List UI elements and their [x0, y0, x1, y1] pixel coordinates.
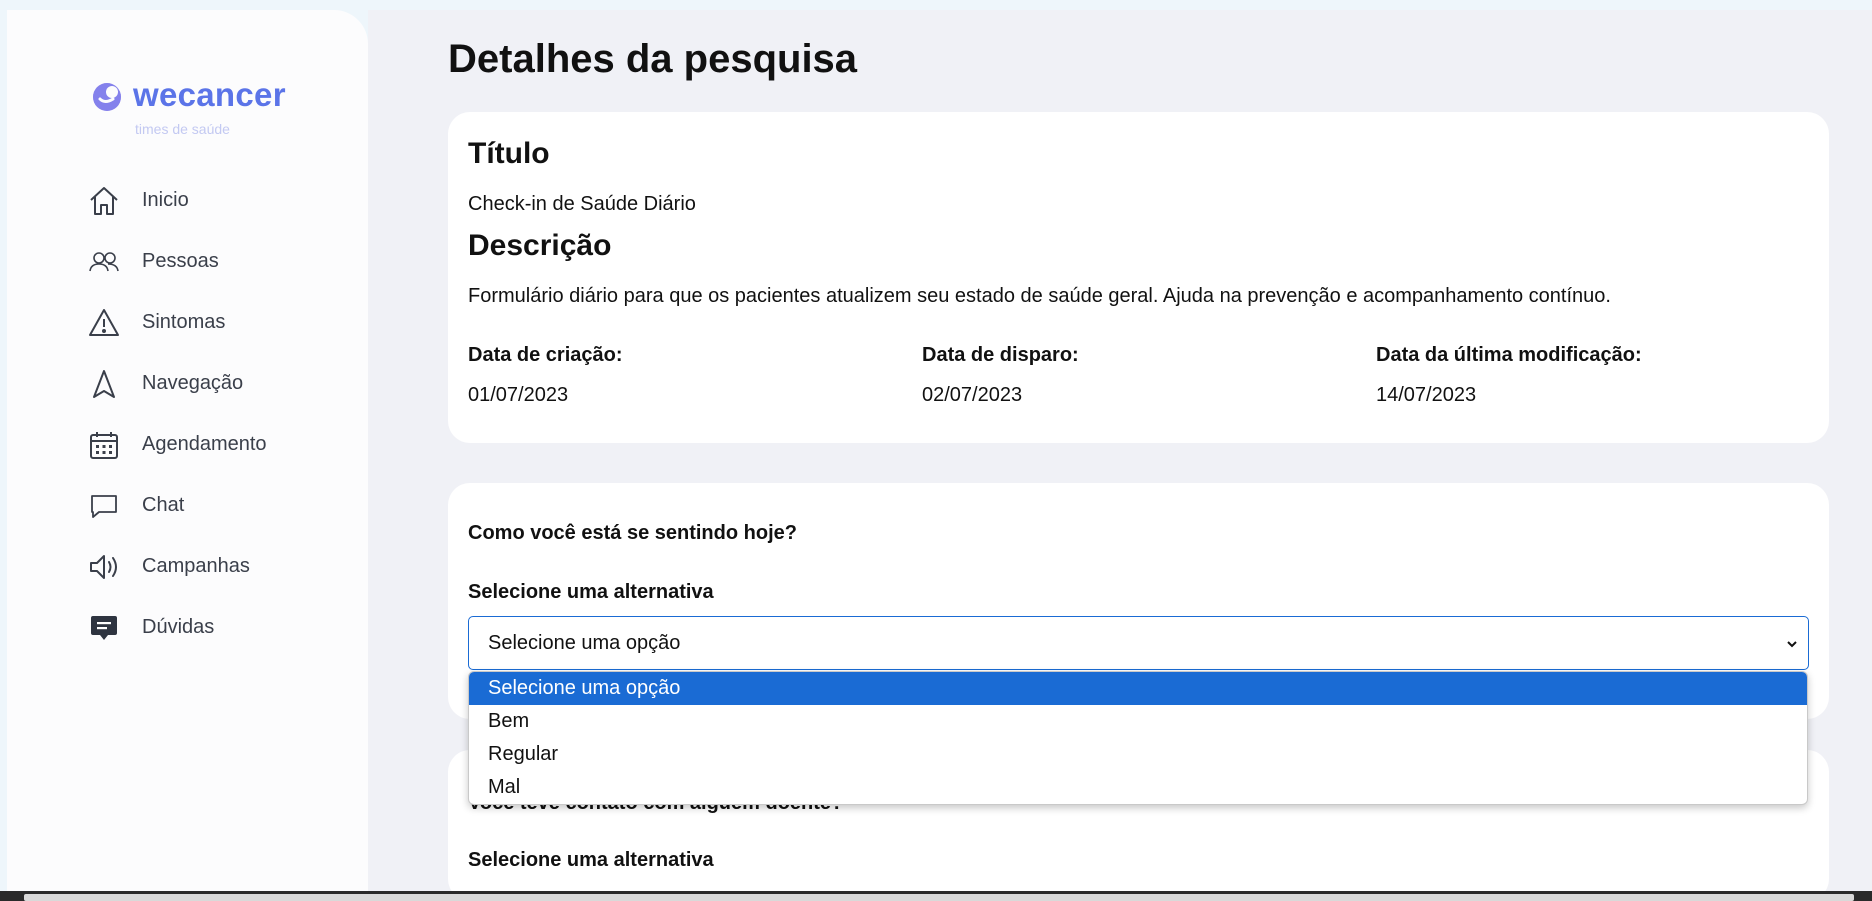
sidebar-nav: Inicio Pessoas Sintomas Navegação Agenda… [87, 170, 357, 658]
created-date-value: 01/07/2023 [468, 384, 569, 406]
select-value: Selecione uma opção [488, 631, 681, 654]
dropdown-option[interactable]: Regular [469, 738, 1807, 771]
dropdown-option[interactable]: Mal [469, 771, 1807, 804]
app-window: wecancer times de saúde Inicio Pessoas S… [0, 0, 1872, 901]
brand-logo[interactable]: wecancer times de saúde [85, 70, 325, 140]
description-heading: Descrição [468, 229, 612, 262]
sidebar-item-agendamento[interactable]: Agendamento [87, 414, 357, 475]
sent-date-block: Data de disparo: 02/07/2023 [922, 344, 1362, 407]
sent-date-label: Data de disparo: [922, 344, 1079, 366]
sidebar: wecancer times de saúde Inicio Pessoas S… [7, 10, 368, 901]
message-filled-icon [87, 611, 121, 645]
modified-date-block: Data da última modificação: 14/07/2023 [1376, 344, 1816, 407]
sidebar-item-pessoas[interactable]: Pessoas [87, 231, 357, 292]
answer-select[interactable]: Selecione uma opção [468, 616, 1809, 670]
scrollbar-thumb[interactable] [24, 894, 1854, 901]
sidebar-item-label: Pessoas [142, 250, 219, 272]
sidebar-item-label: Navegação [142, 372, 244, 394]
sidebar-item-navegacao[interactable]: Navegação [87, 353, 357, 414]
survey-title-value: Check-in de Saúde Diário [468, 193, 696, 215]
navigation-arrow-icon [87, 367, 121, 401]
sidebar-item-campanhas[interactable]: Campanhas [87, 536, 357, 597]
horizontal-scrollbar[interactable] [0, 891, 1872, 901]
chat-bubble-icon [87, 489, 121, 523]
sidebar-item-duvidas[interactable]: Dúvidas [87, 597, 357, 658]
home-icon [87, 184, 121, 218]
sidebar-item-label: Dúvidas [142, 616, 215, 638]
survey-description-value: Formulário diário para que os pacientes … [468, 285, 1611, 307]
page-title: Detalhes da pesquisa [448, 37, 858, 81]
select-label: Selecione uma alternativa [468, 849, 714, 871]
select-label: Selecione uma alternativa [468, 581, 714, 603]
sidebar-item-sintomas[interactable]: Sintomas [87, 292, 357, 353]
brand-name: wecancer [133, 76, 286, 113]
select-dropdown-list: Selecione uma opção Bem Regular Mal [468, 671, 1808, 805]
people-icon [87, 245, 121, 279]
brand-tagline: times de saúde [135, 121, 230, 137]
sidebar-item-label: Chat [142, 494, 185, 516]
dropdown-option[interactable]: Bem [469, 705, 1807, 738]
survey-details-card: Título Check-in de Saúde Diário Descriçã… [448, 112, 1829, 443]
modified-date-label: Data da última modificação: [1376, 344, 1642, 366]
question-text: Como você está se sentindo hoje? [468, 522, 797, 544]
created-date-label: Data de criação: [468, 344, 623, 366]
warning-icon [87, 306, 121, 340]
dropdown-option[interactable]: Selecione uma opção [469, 672, 1807, 705]
title-heading: Título [468, 137, 550, 170]
sidebar-item-inicio[interactable]: Inicio [87, 170, 357, 231]
sidebar-item-chat[interactable]: Chat [87, 475, 357, 536]
sidebar-item-label: Agendamento [142, 433, 267, 455]
sidebar-item-label: Sintomas [142, 311, 226, 333]
chevron-down-icon [1787, 641, 1797, 648]
calendar-icon [87, 428, 121, 462]
sidebar-item-label: Campanhas [142, 555, 250, 577]
sent-date-value: 02/07/2023 [922, 384, 1023, 406]
created-date-block: Data de criação: 01/07/2023 [468, 344, 908, 407]
sidebar-item-label: Inicio [142, 189, 189, 211]
modified-date-value: 14/07/2023 [1376, 384, 1477, 406]
wecancer-logo-icon [93, 83, 121, 111]
megaphone-icon [87, 550, 121, 584]
